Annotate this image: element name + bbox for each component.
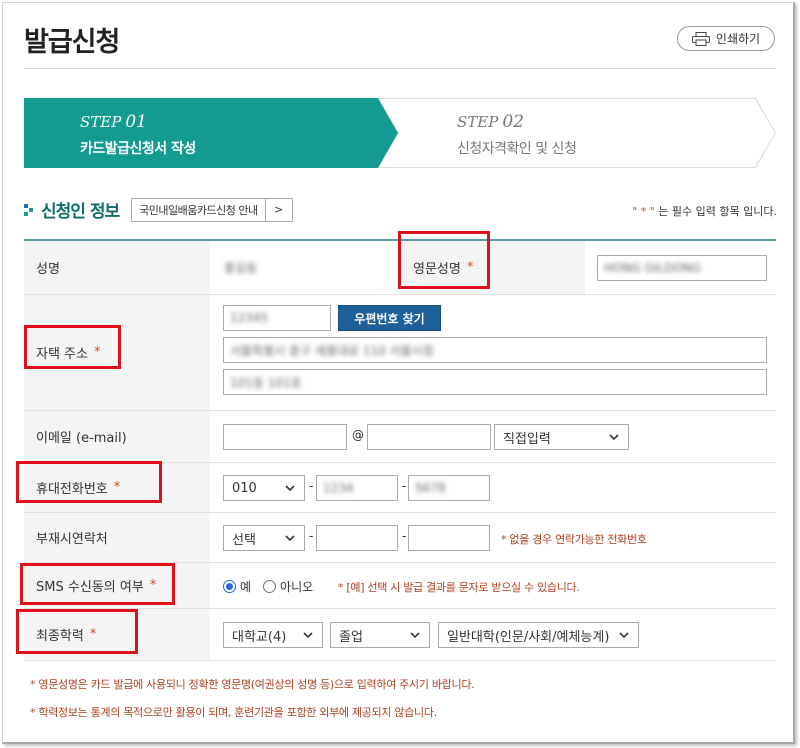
education-status-select[interactable]: 졸업: [330, 622, 430, 648]
alt-phone-note: * 없을 경우 연락가능한 전화번호: [501, 533, 647, 546]
title-divider: [24, 68, 776, 69]
education-type-select[interactable]: 일반대학(인문/사회/예체능계): [438, 622, 639, 648]
highlight-mobile: [16, 461, 162, 503]
email-at-sign: @: [352, 428, 364, 442]
alt-phone-prefix-select[interactable]: 선택: [223, 525, 305, 551]
alt-phone-dash-2: -: [402, 529, 407, 543]
page-title: 발급신청: [24, 27, 120, 58]
row-email: 이메일 (e-mail) @ 직접입력: [24, 411, 776, 463]
chevron-down-icon: [285, 485, 295, 492]
step-1-number: STEP 01: [80, 112, 147, 132]
row-address: 자택 주소 * 12345 우편번호 찾기 서울특별시 중구 세종대로 110 서…: [24, 295, 776, 411]
address-line2-input[interactable]: 101동 101호: [223, 369, 767, 395]
alt-phone-label: 부재시연락처: [24, 513, 210, 562]
step-2-label: 신청자격확인 및 신청: [457, 141, 577, 157]
step-2-number: STEP 02: [457, 112, 524, 132]
chevron-right-icon: >: [273, 203, 284, 216]
print-label: 인쇄하기: [715, 32, 761, 46]
row-alt-phone: 부재시연락처 선택 - - * 없을 경우 연락가능한 전화번호: [24, 513, 776, 563]
card-guide-label: 국민내일배움카드신청 안내: [132, 198, 266, 221]
zipcode-input[interactable]: 12345: [223, 305, 331, 331]
mobile-last-input[interactable]: 5678: [408, 475, 490, 501]
name-label: 성명: [24, 241, 210, 294]
alt-phone-last-input[interactable]: [408, 525, 490, 551]
mobile-mid-input[interactable]: 1234: [316, 475, 398, 501]
sms-yes-radio[interactable]: [223, 580, 236, 593]
required-note: " * " 는 필수 입력 항목 입니다.: [632, 205, 777, 218]
step-1-label: 카드발급신청서 작성: [80, 141, 196, 157]
sms-no-label: 아니오: [280, 580, 314, 594]
section-title: 신청인 정보: [41, 202, 120, 222]
sms-no-radio[interactable]: [263, 580, 277, 593]
chevron-down-icon: [285, 535, 295, 542]
chevron-down-icon: [410, 632, 420, 639]
step-indicator: STEP 01 카드발급신청서 작성 STEP 02 신청자격확인 및 신청: [24, 98, 776, 168]
step-2: STEP 02 신청자격확인 및 신청: [379, 99, 775, 167]
mobile-dash-1: -: [309, 479, 314, 493]
highlight-education: [16, 609, 138, 654]
eng-name-input[interactable]: HONG GILDONG: [597, 255, 767, 281]
mobile-prefix-select[interactable]: 010: [223, 475, 305, 501]
alt-phone-mid-input[interactable]: [316, 525, 398, 551]
chevron-down-icon: [609, 434, 619, 441]
name-value: 홍길동: [224, 261, 258, 275]
address-line1-input[interactable]: 서울특별시 중구 세종대로 110 서울시청: [223, 337, 767, 363]
sms-note: * [예] 선택 시 발급 결과를 문자로 받으실 수 있습니다.: [338, 581, 580, 594]
email-domain-input[interactable]: [367, 424, 491, 450]
printer-icon: [691, 31, 710, 46]
footnote-education: * 학력정보는 통계의 목적으로만 활용이 되며, 훈련기관을 포함한 외부에 …: [30, 706, 437, 719]
sms-options: 예 아니오: [223, 578, 313, 595]
highlight-address: [24, 325, 121, 369]
step-1: STEP 01 카드발급신청서 작성: [24, 98, 398, 168]
section-bullet-icon: [24, 202, 33, 218]
mobile-dash-2: -: [402, 479, 407, 493]
footnote-english-name: * 영문성명은 카드 발급에 사용되니 정확한 영문명(여권상의 성명 등)으로…: [30, 678, 475, 691]
chevron-down-icon: [619, 632, 629, 639]
highlight-sms: [20, 563, 175, 605]
highlight-eng-name: [398, 231, 490, 289]
zipcode-search-button[interactable]: 우편번호 찾기: [338, 305, 441, 331]
alt-phone-dash-1: -: [309, 529, 314, 543]
sms-yes-label: 예: [240, 580, 252, 594]
education-level-select[interactable]: 대학교(4): [223, 622, 323, 648]
email-id-input[interactable]: [223, 424, 347, 450]
email-domain-select[interactable]: 직접입력: [494, 424, 629, 450]
email-label: 이메일 (e-mail): [24, 411, 210, 462]
print-button[interactable]: 인쇄하기: [677, 26, 775, 51]
chevron-down-icon: [303, 632, 313, 639]
card-guide-button[interactable]: 국민내일배움카드신청 안내 >: [131, 197, 293, 222]
section-header: 신청인 정보 국민내일배움카드신청 안내 >: [24, 197, 293, 222]
